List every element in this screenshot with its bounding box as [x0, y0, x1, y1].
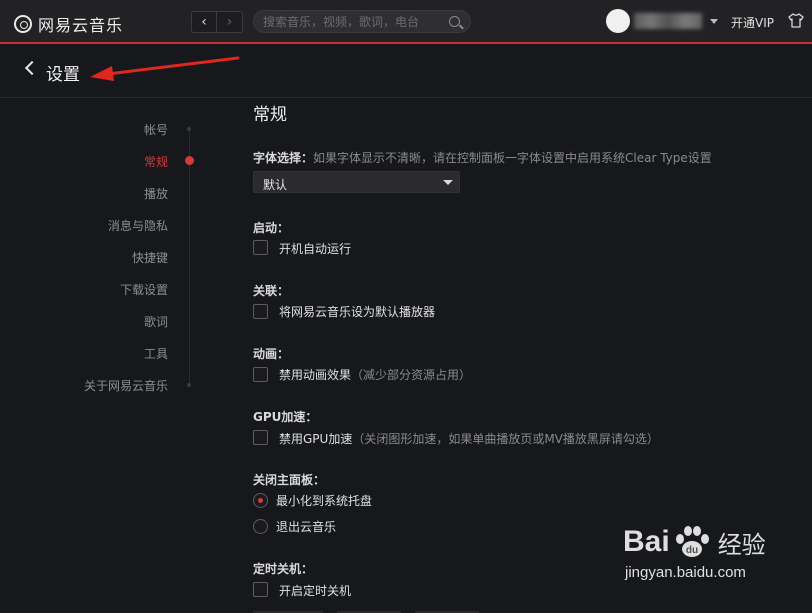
watermark-brand: Bai — [623, 525, 670, 558]
baidu-paw-icon: du — [675, 526, 709, 557]
sidebar-item-about[interactable]: 关于网易云音乐 — [84, 377, 168, 394]
skin-icon[interactable] — [788, 13, 804, 28]
watermark-suffix: 经验 — [717, 531, 766, 559]
font-hint: 如果字体显示不清晰，请在控制面板一字体设置中启用系统Clear Type设置 — [313, 151, 712, 165]
startup-label: 启动： — [253, 221, 290, 235]
timer-settings-row — [253, 606, 553, 613]
sidebar-item-playback[interactable]: 播放 — [144, 185, 168, 202]
history-nav: ‹ › — [191, 11, 243, 33]
autostart-checkbox[interactable] — [253, 240, 268, 255]
disable-animation-note: （减少部分资源占用） — [351, 368, 472, 382]
minimize-to-tray-radio[interactable] — [253, 493, 268, 508]
close-panel-label: 关闭主面板： — [253, 473, 326, 487]
sidebar-dot — [187, 127, 191, 131]
sidebar-item-download[interactable]: 下载设置 — [120, 281, 168, 298]
baidu-jingyan-watermark: Bai du 经验 jingyan.baidu.com — [623, 524, 766, 581]
watermark-url: jingyan.baidu.com — [625, 564, 746, 581]
association-label: 关联： — [253, 284, 290, 298]
disable-gpu-text: 禁用GPU加速 — [279, 432, 353, 446]
timer-label: 定时关机： — [253, 562, 314, 576]
sidebar-item-general[interactable]: 常规 — [144, 153, 168, 170]
sidebar-dot — [187, 383, 191, 387]
chevron-down-icon[interactable] — [710, 19, 718, 24]
title-bar: 网易云音乐 ‹ › 开通VIP — [0, 0, 812, 44]
animation-label: 动画： — [253, 347, 290, 361]
svg-text:du: du — [686, 545, 698, 556]
font-select-value: 默认 — [263, 178, 288, 192]
username[interactable] — [634, 13, 702, 29]
vip-button[interactable]: 开通VIP — [731, 14, 774, 31]
timer-shutdown-label[interactable]: 开启定时关机 — [279, 582, 351, 599]
disable-animation-label[interactable]: 禁用动画效果（减少部分资源占用） — [279, 366, 471, 383]
exit-app-label[interactable]: 退出云音乐 — [276, 518, 336, 535]
search-icon[interactable] — [449, 16, 460, 27]
sidebar-item-tools[interactable]: 工具 — [144, 345, 168, 362]
exit-app-radio[interactable] — [253, 519, 268, 534]
avatar[interactable] — [606, 9, 630, 33]
sidebar-dot-active — [185, 156, 194, 165]
sidebar-item-lyrics[interactable]: 歌词 — [144, 313, 168, 330]
disable-animation-text: 禁用动画效果 — [279, 368, 352, 382]
forward-button[interactable]: › — [217, 11, 243, 33]
netease-music-icon — [14, 15, 32, 33]
disable-gpu-checkbox[interactable] — [253, 430, 268, 445]
search-box[interactable] — [253, 10, 471, 33]
sidebar-track — [189, 128, 190, 384]
default-player-checkbox[interactable] — [253, 304, 268, 319]
app-name: 网易云音乐 — [38, 16, 124, 35]
section-title: 常规 — [253, 105, 287, 125]
disable-gpu-label[interactable]: 禁用GPU加速（关闭图形加速，如果单曲播放页或MV播放黑屏请勾选） — [279, 430, 659, 447]
app-logo[interactable]: 网易云音乐 — [14, 12, 123, 36]
annotation-arrow-icon — [90, 56, 240, 81]
page-title: 设置 — [46, 65, 80, 85]
sidebar-item-privacy[interactable]: 消息与隐私 — [108, 217, 168, 234]
back-button[interactable]: ‹ — [191, 11, 217, 33]
gpu-label: GPU加速： — [253, 410, 318, 424]
sidebar-item-account[interactable]: 帐号 — [144, 121, 168, 138]
sidebar-item-shortcuts[interactable]: 快捷键 — [132, 249, 168, 266]
font-label: 字体选择：如果字体显示不清晰，请在控制面板一字体设置中启用系统Clear Typ… — [253, 149, 712, 166]
chevron-down-icon — [443, 180, 453, 185]
font-label-text: 字体选择： — [253, 151, 314, 165]
default-player-label[interactable]: 将网易云音乐设为默认播放器 — [279, 303, 435, 320]
timer-shutdown-checkbox[interactable] — [253, 582, 268, 597]
autostart-label[interactable]: 开机自动运行 — [279, 240, 351, 257]
minimize-to-tray-label[interactable]: 最小化到系统托盘 — [276, 492, 372, 509]
font-select[interactable]: 默认 — [253, 171, 460, 193]
disable-animation-checkbox[interactable] — [253, 367, 268, 382]
search-input[interactable] — [263, 14, 443, 30]
disable-gpu-note: （关闭图形加速，如果单曲播放页或MV播放黑屏请勾选） — [352, 432, 659, 446]
